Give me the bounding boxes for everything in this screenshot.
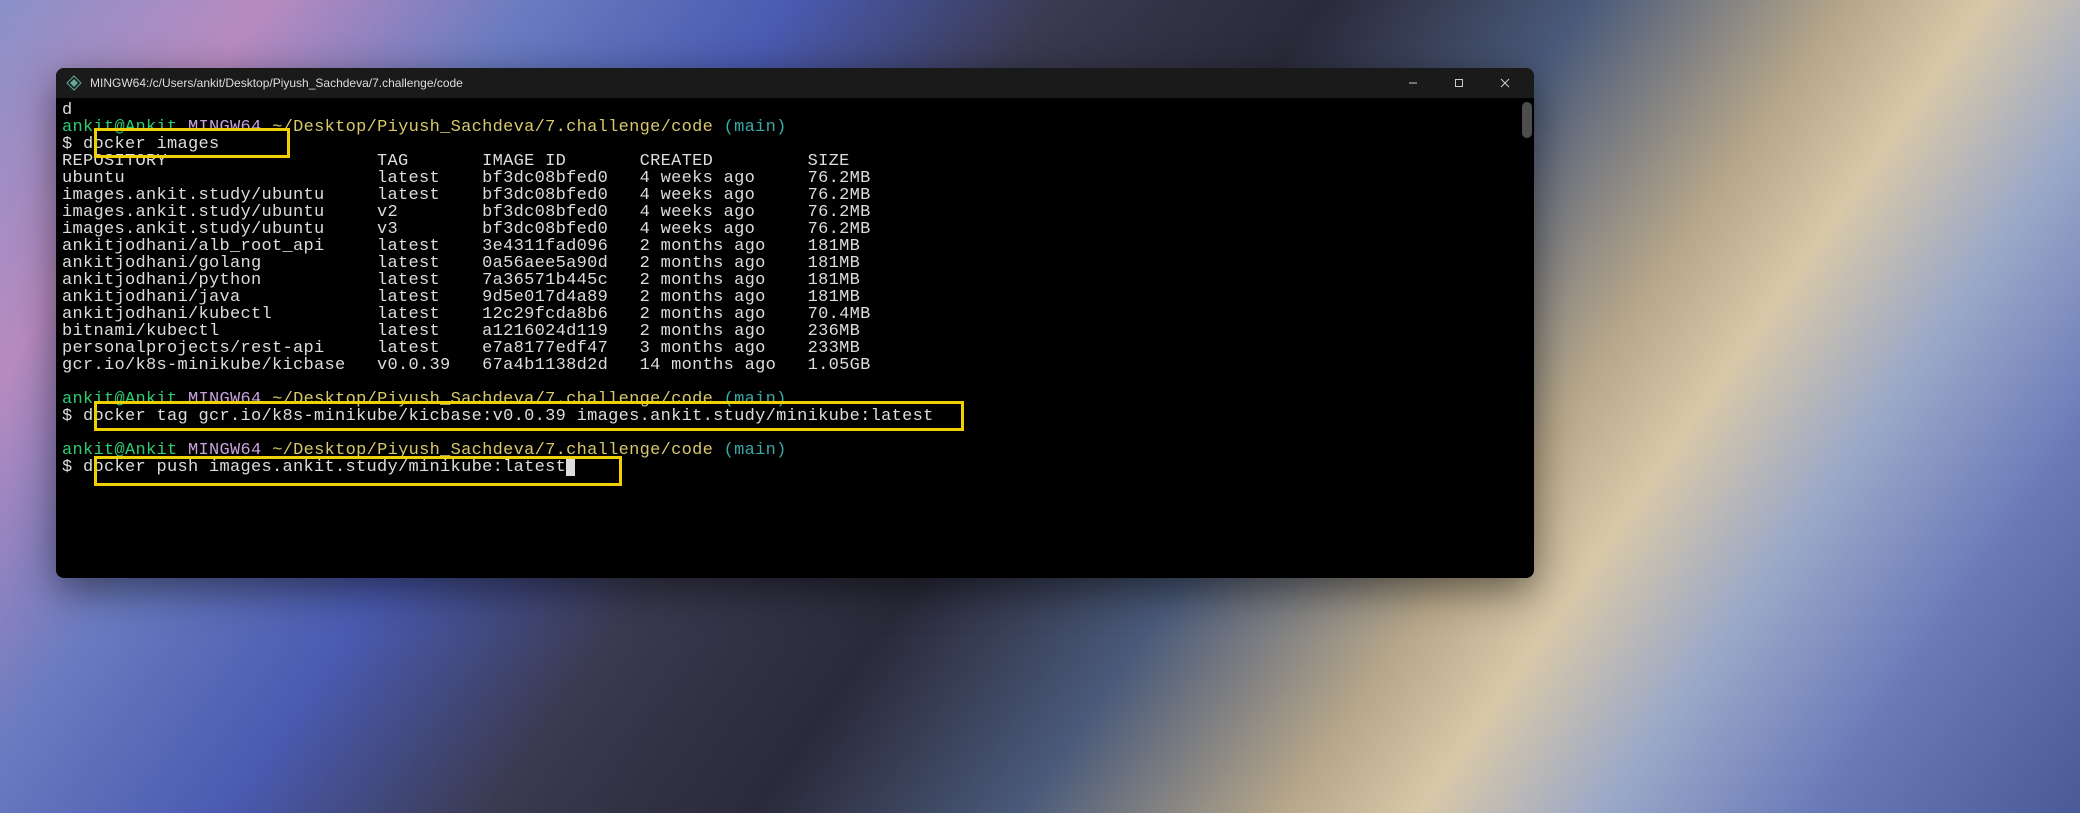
- maximize-button[interactable]: [1436, 68, 1482, 98]
- table-row: ankitjodhani/golang latest 0a56aee5a90d …: [62, 255, 1528, 272]
- window-title: MINGW64:/c/Users/ankit/Desktop/Piyush_Sa…: [90, 76, 463, 90]
- table-row: ankitjodhani/python latest 7a36571b445c …: [62, 272, 1528, 289]
- table-row: personalprojects/rest-api latest e7a8177…: [62, 340, 1528, 357]
- blank-line: [62, 425, 1528, 442]
- cmd-docker-push: $ docker push images.ankit.study/minikub…: [62, 459, 1528, 476]
- blank-line: [62, 374, 1528, 391]
- cmd-docker-tag: $ docker tag gcr.io/k8s-minikube/kicbase…: [62, 408, 1528, 425]
- cmd-docker-images: $ docker images: [62, 136, 1528, 153]
- table-row: images.ankit.study/ubuntu v3 bf3dc08bfed…: [62, 221, 1528, 238]
- close-button[interactable]: [1482, 68, 1528, 98]
- cursor: [566, 459, 575, 476]
- table-row: bitnami/kubectl latest a1216024d119 2 mo…: [62, 323, 1528, 340]
- minimize-button[interactable]: [1390, 68, 1436, 98]
- mingw-icon: [66, 75, 82, 91]
- overflow-line: d: [62, 102, 1528, 119]
- table-row: gcr.io/k8s-minikube/kicbase v0.0.39 67a4…: [62, 357, 1528, 374]
- table-row: images.ankit.study/ubuntu latest bf3dc08…: [62, 187, 1528, 204]
- prompt-line: ankit@Ankit MINGW64 ~/Desktop/Piyush_Sac…: [62, 391, 1528, 408]
- table-row: images.ankit.study/ubuntu v2 bf3dc08bfed…: [62, 204, 1528, 221]
- scrollbar-thumb[interactable]: [1522, 102, 1532, 138]
- table-row: ankitjodhani/alb_root_api latest 3e4311f…: [62, 238, 1528, 255]
- desktop-background: MINGW64:/c/Users/ankit/Desktop/Piyush_Sa…: [0, 0, 2080, 813]
- table-row: ankitjodhani/kubectl latest 12c29fcda8b6…: [62, 306, 1528, 323]
- prompt-line: ankit@Ankit MINGW64 ~/Desktop/Piyush_Sac…: [62, 442, 1528, 459]
- table-header: REPOSITORY TAG IMAGE ID CREATED SIZE: [62, 153, 1528, 170]
- terminal-body[interactable]: dankit@Ankit MINGW64 ~/Desktop/Piyush_Sa…: [56, 98, 1534, 578]
- prompt-line: ankit@Ankit MINGW64 ~/Desktop/Piyush_Sac…: [62, 119, 1528, 136]
- terminal-window: MINGW64:/c/Users/ankit/Desktop/Piyush_Sa…: [56, 68, 1534, 578]
- titlebar[interactable]: MINGW64:/c/Users/ankit/Desktop/Piyush_Sa…: [56, 68, 1534, 98]
- table-row: ubuntu latest bf3dc08bfed0 4 weeks ago 7…: [62, 170, 1528, 187]
- table-row: ankitjodhani/java latest 9d5e017d4a89 2 …: [62, 289, 1528, 306]
